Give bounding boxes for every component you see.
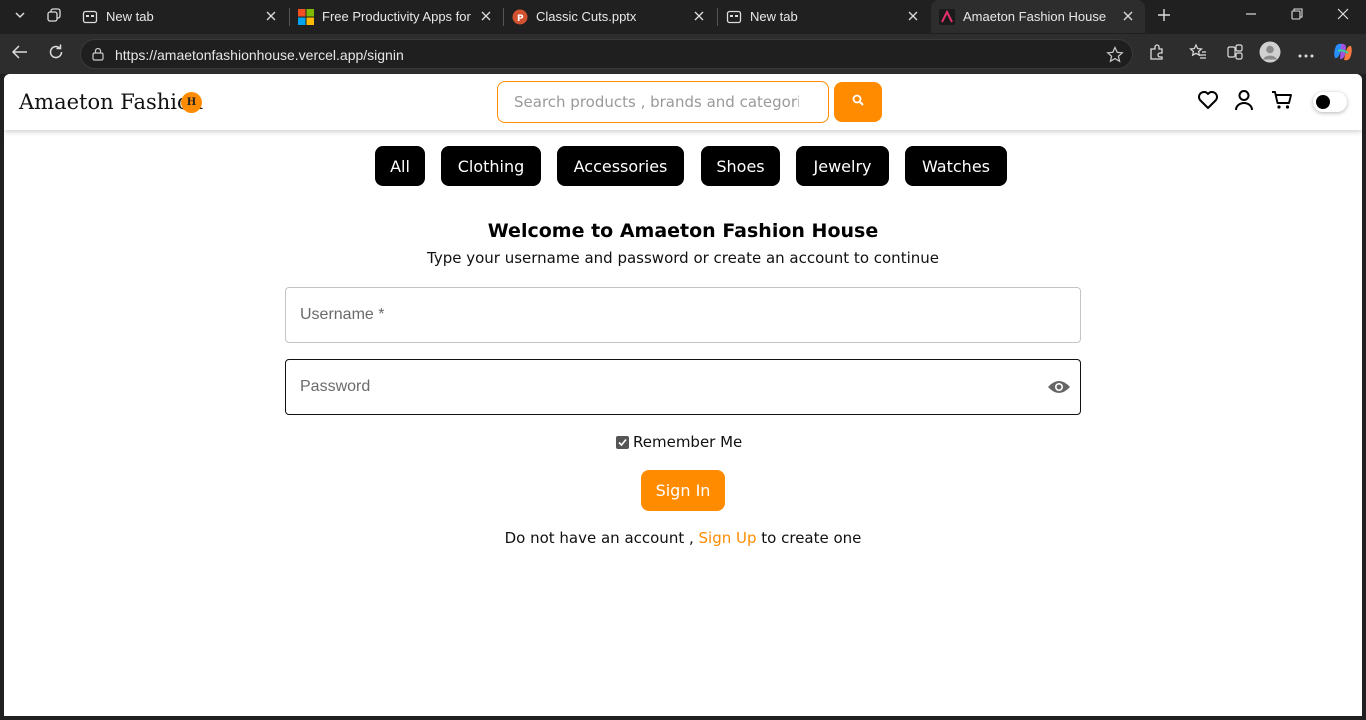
toggle-knob	[1316, 95, 1330, 109]
signup-prefix: Do not have an account ,	[504, 529, 699, 547]
password-input[interactable]	[286, 360, 1026, 414]
site-info-icon[interactable]	[91, 47, 105, 66]
tab-new-tab-2[interactable]: New tab	[718, 0, 930, 33]
minimize-icon	[1245, 7, 1257, 25]
password-field	[285, 359, 1081, 415]
arrow-left-icon	[11, 44, 29, 65]
wishlist-button[interactable]	[1195, 90, 1221, 114]
cart-icon	[1271, 90, 1293, 115]
page-title: Welcome to Amaeton Fashion House	[487, 220, 879, 242]
more-horizontal-icon	[1298, 45, 1314, 63]
site-favicon	[939, 9, 955, 25]
tab-productivity-apps[interactable]: Free Productivity Apps for Pe	[290, 0, 503, 33]
close-tab-icon[interactable]	[1119, 7, 1137, 25]
tab-title: New tab	[750, 9, 798, 24]
tab-new-tab-1[interactable]: New tab	[74, 0, 288, 33]
category-all[interactable]: All	[375, 146, 425, 186]
show-password-eye-icon[interactable]	[1046, 375, 1072, 399]
search-button[interactable]	[834, 82, 882, 122]
microsoft-logo-icon	[298, 9, 314, 25]
chevron-down-icon	[13, 8, 27, 27]
back-button[interactable]	[5, 40, 35, 68]
extensions-button[interactable]	[1142, 40, 1172, 68]
restore-icon	[1291, 7, 1303, 25]
close-tab-icon[interactable]	[904, 7, 922, 25]
category-jewelry[interactable]: Jewelry	[796, 146, 889, 186]
tab-actions-menu-button[interactable]	[6, 4, 34, 30]
search-icon	[852, 93, 864, 111]
category-accessories[interactable]: Accessories	[557, 146, 684, 186]
tab-title: Amaeton Fashion House	[963, 9, 1107, 24]
category-shoes[interactable]: Shoes	[701, 146, 780, 186]
profile-button[interactable]	[1255, 40, 1285, 68]
refresh-icon	[47, 43, 65, 66]
close-tab-icon[interactable]	[262, 7, 280, 25]
address-bar[interactable]: https://amaetonfashionhouse.vercel.app/s…	[80, 39, 1133, 69]
tab-title: Classic Cuts.pptx	[536, 9, 637, 24]
puzzle-icon	[1148, 43, 1166, 66]
close-tab-icon[interactable]	[477, 7, 495, 25]
logo-badge: H	[181, 92, 202, 113]
user-icon	[1234, 89, 1254, 116]
category-nav: All Clothing Accessories Shoes Jewelry W…	[4, 146, 1362, 186]
account-button[interactable]	[1231, 89, 1257, 116]
copilot-icon	[1332, 41, 1354, 68]
remember-me[interactable]: Remember Me	[616, 432, 742, 452]
browser-window: New tab Free Productivity Apps for Pe P …	[0, 0, 1366, 720]
remember-me-checkbox[interactable]	[616, 435, 629, 449]
svg-text:P: P	[517, 14, 524, 24]
close-window-button[interactable]	[1320, 0, 1366, 32]
username-field	[285, 287, 1081, 343]
workspaces-icon	[46, 7, 62, 28]
username-input[interactable]	[286, 288, 1026, 342]
site-logo[interactable]: Amaeton Fashion	[19, 90, 203, 114]
search-input[interactable]	[499, 83, 799, 121]
new-tab-page-icon	[726, 9, 742, 25]
settings-menu-button[interactable]	[1291, 40, 1321, 68]
collections-button[interactable]	[1220, 40, 1250, 68]
close-icon	[1337, 7, 1349, 25]
url-text: https://amaetonfashionhouse.vercel.app/s…	[115, 47, 404, 63]
page-viewport: Amaeton Fashion H Search products , bran…	[4, 74, 1362, 716]
close-tab-icon[interactable]	[690, 7, 708, 25]
new-tab-button[interactable]	[1150, 4, 1178, 30]
category-clothing[interactable]: Clothing	[441, 146, 541, 186]
powerpoint-icon: P	[512, 9, 528, 25]
favorite-star-icon[interactable]	[1106, 46, 1124, 69]
favorites-list-icon	[1189, 43, 1207, 66]
refresh-button[interactable]	[41, 40, 71, 68]
signup-prompt: Do not have an account , Sign Up to crea…	[4, 529, 1362, 547]
workspaces-button[interactable]	[40, 4, 68, 30]
signup-suffix: to create one	[756, 529, 862, 547]
sign-in-button[interactable]: Sign In	[641, 470, 725, 511]
category-watches[interactable]: Watches	[905, 146, 1007, 186]
remember-me-label: Remember Me	[633, 433, 743, 451]
restore-button[interactable]	[1274, 0, 1320, 32]
copilot-button[interactable]	[1328, 40, 1358, 68]
collections-icon	[1226, 43, 1244, 66]
tab-title: Free Productivity Apps for Pe	[322, 9, 474, 24]
browser-toolbar: https://amaetonfashionhouse.vercel.app/s…	[0, 34, 1366, 74]
plus-icon	[1157, 8, 1171, 27]
new-tab-page-icon	[82, 9, 98, 25]
minimize-button[interactable]	[1228, 0, 1274, 32]
favorites-button[interactable]	[1183, 40, 1213, 68]
sign-up-link[interactable]: Sign Up	[699, 529, 757, 547]
search-field	[497, 81, 829, 123]
cart-button[interactable]	[1269, 90, 1295, 114]
heart-icon	[1197, 90, 1219, 115]
theme-toggle[interactable]	[1313, 92, 1347, 112]
page-subtitle: Type your username and password or creat…	[427, 249, 939, 267]
tab-classic-cuts[interactable]: P Classic Cuts.pptx	[504, 0, 716, 33]
tab-strip: New tab Free Productivity Apps for Pe P …	[0, 0, 1366, 34]
tab-title: New tab	[106, 9, 154, 24]
site-header: Amaeton Fashion H	[4, 74, 1362, 130]
tab-amaeton-fashion-house[interactable]: Amaeton Fashion House	[931, 0, 1145, 33]
avatar	[1259, 41, 1281, 68]
